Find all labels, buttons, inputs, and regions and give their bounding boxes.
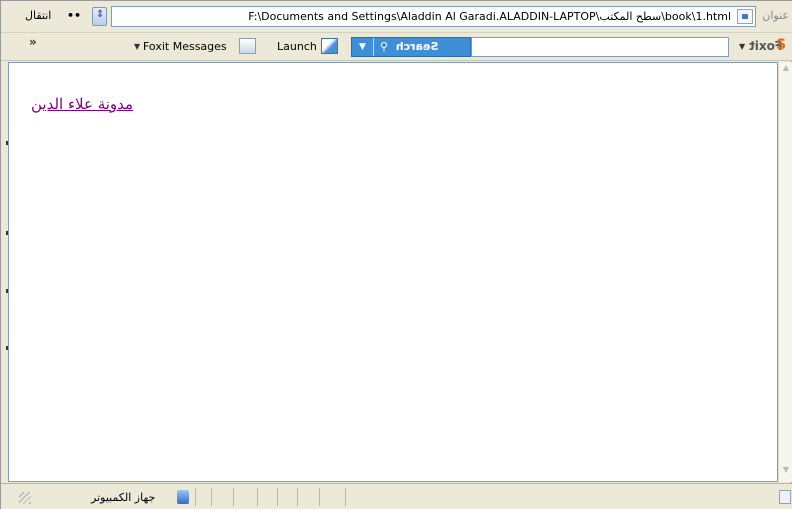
foxit-toolbar: » ▼ Foxit Messages Launch ▼ Search ⚲ ▼ F… (1, 33, 792, 61)
foxit-messages-button[interactable]: Foxit Messages (143, 40, 227, 53)
search-label: Search (395, 40, 439, 53)
status-divider (319, 488, 320, 506)
status-divider (277, 488, 278, 506)
vertical-scrollbar[interactable]: ▲ ▼ (778, 62, 792, 482)
address-path[interactable]: F:\Documents and Settings\Aladdin Al Gar… (248, 10, 731, 23)
foxit-menu-dropdown-icon[interactable]: ▼ (739, 42, 745, 51)
launch-icon[interactable] (321, 38, 338, 54)
foxit-logo-icon: S (776, 37, 787, 53)
search-dropdown-icon[interactable]: ▼ (352, 38, 374, 56)
status-divider (297, 488, 298, 506)
status-divider (233, 488, 234, 506)
status-divider (257, 488, 258, 506)
address-input[interactable]: F:\Documents and Settings\Aladdin Al Gar… (111, 6, 756, 27)
toolbar-overflow-chevron-icon[interactable]: » (29, 35, 37, 49)
status-divider (345, 488, 346, 506)
scroll-down-icon[interactable]: ▼ (780, 465, 792, 481)
address-bar-row: انتقال •• ⇕ F:\Documents and Settings\Al… (1, 1, 792, 33)
magnifier-icon: ⚲ (380, 40, 392, 53)
scroll-up-icon[interactable]: ▲ (780, 63, 792, 79)
foxit-messages-dropdown-icon[interactable]: ▼ (134, 42, 140, 51)
security-zone-label: جهاز الكمبيوتر (91, 491, 156, 504)
address-dropdown-button[interactable]: ⇕ (92, 7, 107, 26)
computer-icon (177, 490, 189, 504)
status-divider (195, 488, 196, 506)
launch-button[interactable]: Launch (277, 40, 317, 53)
foxit-messages-icon[interactable] (239, 38, 256, 54)
updown-icon: ⇕ (96, 9, 105, 20)
status-divider (211, 488, 212, 506)
address-label: عنوان (762, 9, 789, 22)
status-bar: جهاز الكمبيوتر (1, 483, 792, 509)
search-button[interactable]: ▼ Search ⚲ (351, 37, 471, 57)
search-input[interactable] (471, 37, 729, 57)
browser-window: انتقال •• ⇕ F:\Documents and Settings\Al… (0, 0, 792, 509)
page-content: مدونة علاء الدين (8, 62, 778, 482)
html-page-icon (737, 9, 753, 24)
go-button-label[interactable]: انتقال (25, 9, 51, 22)
html-page-icon (779, 490, 791, 504)
left-edge (1, 61, 8, 483)
blog-link[interactable]: مدونة علاء الدين (31, 95, 133, 113)
go-arrow-icon[interactable]: •• (67, 9, 81, 22)
resize-grip-icon[interactable] (19, 492, 31, 504)
